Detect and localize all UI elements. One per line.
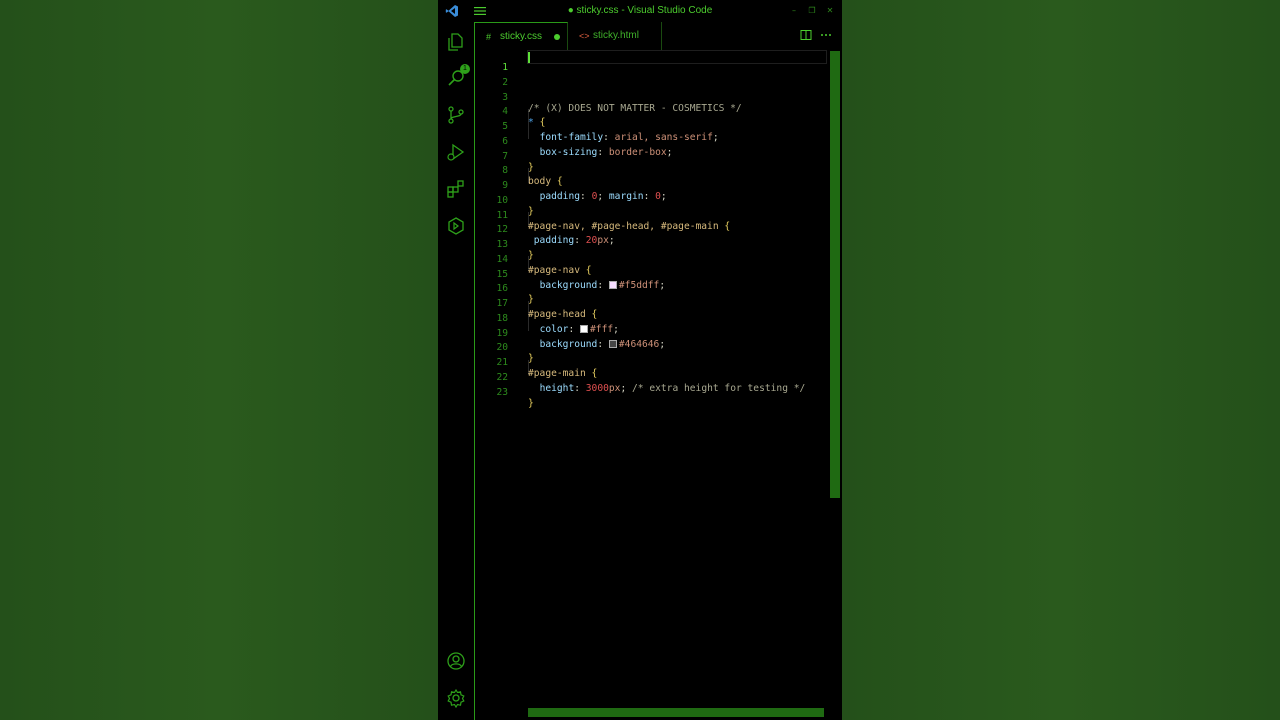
code-line-2: 2 bbox=[475, 65, 830, 88]
code-line-3: 3 /* (X) DOES NOT MATTER - COSMETICS */ bbox=[475, 80, 830, 114]
html-file-icon: <> bbox=[579, 31, 590, 41]
code-line-9: 9 padding: 0; margin: 0; bbox=[475, 168, 830, 202]
code-line-22: 22 height: 3000px; /* extra height for t… bbox=[475, 360, 830, 394]
tab-label: sticky.css bbox=[500, 31, 543, 42]
maximize-button[interactable]: ❐ bbox=[804, 4, 820, 18]
vertical-scrollbar-thumb[interactable] bbox=[830, 51, 840, 498]
window-title: ● sticky.css - Visual Studio Code bbox=[567, 5, 713, 16]
code-line-17: 17 #page-head { bbox=[475, 286, 830, 320]
code-line-20: 20 } bbox=[475, 330, 830, 364]
editor-tabs: # sticky.css <> sticky.html bbox=[475, 22, 842, 51]
code-editor[interactable]: 1 2 3 /* (X) DOES NOT MATTER - COSMETICS… bbox=[475, 50, 830, 710]
code-line-1: 1 bbox=[475, 50, 830, 73]
code-line-18: 18 color: #fff; bbox=[475, 301, 830, 335]
extensions-icon[interactable] bbox=[446, 179, 466, 199]
editor-actions bbox=[800, 29, 832, 41]
run-debug-icon[interactable] bbox=[446, 142, 466, 162]
background-right bbox=[842, 0, 1280, 720]
code-line-13: 13 } bbox=[475, 227, 830, 261]
current-line-highlight bbox=[527, 50, 827, 64]
code-line-14: 14 #page-nav { bbox=[475, 242, 830, 276]
horizontal-scrollbar[interactable] bbox=[528, 708, 824, 717]
search-icon[interactable] bbox=[446, 68, 466, 88]
code-line-12: 12 padding: 20px; bbox=[475, 212, 830, 246]
more-actions-icon[interactable] bbox=[820, 29, 832, 41]
code-line-23: 23 } bbox=[475, 375, 830, 409]
split-editor-icon[interactable] bbox=[800, 29, 812, 41]
code-line-7: 7 } bbox=[475, 139, 830, 173]
background-left bbox=[0, 0, 438, 720]
code-line-5: 5 font-family: arial, sans-serif; bbox=[475, 109, 830, 143]
explorer-icon[interactable] bbox=[446, 32, 466, 52]
account-icon[interactable] bbox=[446, 651, 466, 671]
source-control-icon[interactable] bbox=[446, 105, 466, 125]
code-line-6: 6 box-sizing: border-box; bbox=[475, 124, 830, 158]
vscode-window: ● sticky.css - Visual Studio Code – ❐ ✕ … bbox=[438, 0, 842, 720]
tab-sticky-css[interactable]: # sticky.css bbox=[475, 22, 568, 50]
tab-sticky-html[interactable]: <> sticky.html bbox=[568, 22, 662, 50]
code-line-16: 16 } bbox=[475, 271, 830, 305]
window-controls: – ❐ ✕ bbox=[786, 4, 838, 18]
code-line-15: 15 background: #f5ddff; bbox=[475, 257, 830, 291]
line-number: 23 bbox=[496, 386, 508, 398]
css-file-icon: # bbox=[486, 32, 492, 42]
settings-gear-icon[interactable] bbox=[446, 688, 466, 708]
unsaved-dot-icon[interactable] bbox=[554, 34, 560, 40]
code-line-8: 8 body { bbox=[475, 153, 830, 187]
remote-explorer-icon[interactable] bbox=[446, 216, 466, 236]
code-line-11: 11 #page-nav, #page-head, #page-main { bbox=[475, 198, 830, 232]
title-bar: ● sticky.css - Visual Studio Code – ❐ ✕ bbox=[438, 0, 842, 22]
text-cursor bbox=[528, 52, 530, 63]
code-line-21: 21 #page-main { bbox=[475, 345, 830, 379]
close-button[interactable]: ✕ bbox=[822, 4, 838, 18]
code-line-4: 4 * { bbox=[475, 94, 830, 128]
minimize-button[interactable]: – bbox=[786, 4, 802, 18]
vertical-scrollbar[interactable] bbox=[830, 50, 842, 720]
code-line-19: 19 background: #464646; bbox=[475, 316, 830, 350]
tab-label: sticky.html bbox=[593, 30, 639, 41]
code-line-10: 10 } bbox=[475, 183, 830, 217]
activity-bar: 1 bbox=[438, 22, 475, 720]
